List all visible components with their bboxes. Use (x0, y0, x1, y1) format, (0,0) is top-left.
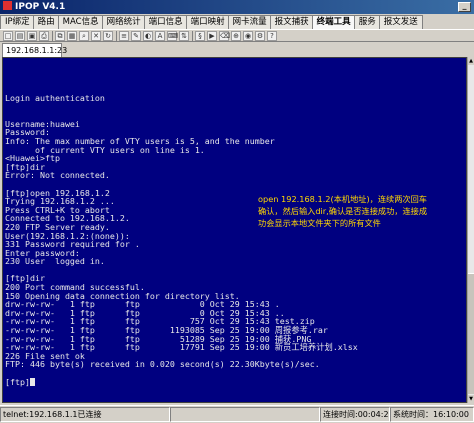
annotation-note: open 192.168.1.2(本机地址)，连续两次回车确认，然后输入dir,… (258, 194, 428, 228)
title-bar: IPOP V4.1 _ (0, 0, 474, 14)
terminal-line: FTP: 446 byte(s) received in 0.020 secon… (5, 359, 320, 370)
tab-ip-bind[interactable]: IP绑定 (0, 15, 35, 29)
tab-route[interactable]: 路由 (32, 15, 60, 29)
paste-icon[interactable]: ▦ (67, 31, 77, 41)
properties-icon[interactable]: ≡ (119, 31, 129, 41)
terminal-line: 230 User logged in. (5, 256, 105, 267)
tab-net-stats[interactable]: 网络统计 (101, 15, 146, 29)
clear-icon[interactable]: ⌫ (219, 31, 230, 41)
terminal-scrollbar[interactable]: ▲ ▼ (467, 57, 474, 403)
tab-packet-capture[interactable]: 报文捕获 (269, 15, 314, 29)
print-icon[interactable]: ⎙ (39, 31, 49, 41)
zoom-icon[interactable]: ⊕ (231, 31, 241, 41)
color-icon[interactable]: ◐ (143, 31, 153, 41)
keymap-icon[interactable]: ⌨ (167, 31, 178, 41)
status-system-time: 系统时间：16:10:00 (390, 407, 474, 422)
open-icon[interactable]: ▤ (15, 31, 25, 41)
window-title: IPOP V4.1 (15, 2, 66, 12)
tab-bar: IP绑定 路由 MAC信息 网络统计 端口信息 端口映射 网卡流量 报文捕获 终端工具 服务 报文发… (0, 14, 474, 29)
log-icon[interactable]: ✎ (131, 31, 141, 41)
scroll-up-icon[interactable]: ▲ (468, 57, 474, 65)
status-bar: telnet:192.168.1.1已连接 连接时间:00:04:23 系统时间… (0, 405, 474, 423)
help-icon[interactable]: ? (267, 31, 277, 41)
copy-icon[interactable]: ⧉ (55, 31, 65, 41)
toolbar-separator (52, 31, 53, 41)
transfer-icon[interactable]: ⇅ (179, 31, 189, 41)
app-icon (3, 1, 12, 10)
scroll-down-icon[interactable]: ▼ (468, 395, 474, 403)
toolbar-separator (116, 31, 117, 41)
save-icon[interactable]: ▣ (27, 31, 37, 41)
toolbar-separator (192, 31, 193, 41)
terminal-line: Login authentication (5, 93, 105, 103)
capture-icon[interactable]: ◉ (243, 31, 253, 41)
terminal-cursor (29, 377, 35, 386)
tab-port-mapping[interactable]: 端口映射 (185, 15, 230, 29)
terminal-screen[interactable]: Login authentication Username:huawei Pas… (2, 57, 467, 403)
scroll-thumb[interactable] (468, 273, 474, 394)
status-connect-time: 连接时间:00:04:23 (320, 407, 390, 422)
terminal-line: [ftp] (5, 376, 30, 387)
tab-terminal-tool[interactable]: 终端工具 (311, 15, 356, 29)
tab-port-info[interactable]: 端口信息 (143, 15, 188, 29)
tab-nic-traffic[interactable]: 网卡流量 (227, 15, 272, 29)
status-connection: telnet:192.168.1.1已连接 (0, 407, 170, 422)
minimize-icon[interactable]: _ (458, 2, 471, 12)
tab-mac-info[interactable]: MAC信息 (57, 15, 104, 29)
macro-icon[interactable]: ▶ (207, 31, 217, 41)
disconnect-icon[interactable]: ✕ (91, 31, 101, 41)
status-spacer (170, 407, 320, 422)
tab-service[interactable]: 服务 (353, 15, 381, 29)
toolbar: □ ▤ ▣ ⎙ ⧉ ▦ ⌕ ✕ ↻ ≡ ✎ ◐ A ⌨ ⇅ § ▶ ⌫ ⊕ ◉ ⚙? (0, 29, 474, 42)
reconnect-icon[interactable]: ↻ (103, 31, 113, 41)
session-tab[interactable]: 192.168.1.1:23 (2, 43, 67, 57)
font-icon[interactable]: A (155, 31, 165, 41)
terminal-output: Login authentication Username:huawei Pas… (5, 94, 358, 386)
find-icon[interactable]: ⌕ (79, 31, 89, 41)
new-session-icon[interactable]: □ (3, 31, 13, 41)
tab-packet-send[interactable]: 报文发送 (378, 15, 423, 29)
terminal-line: Error: Not connected. (5, 170, 110, 181)
script-icon[interactable]: § (195, 31, 205, 41)
options-icon[interactable]: ⚙ (255, 31, 265, 41)
